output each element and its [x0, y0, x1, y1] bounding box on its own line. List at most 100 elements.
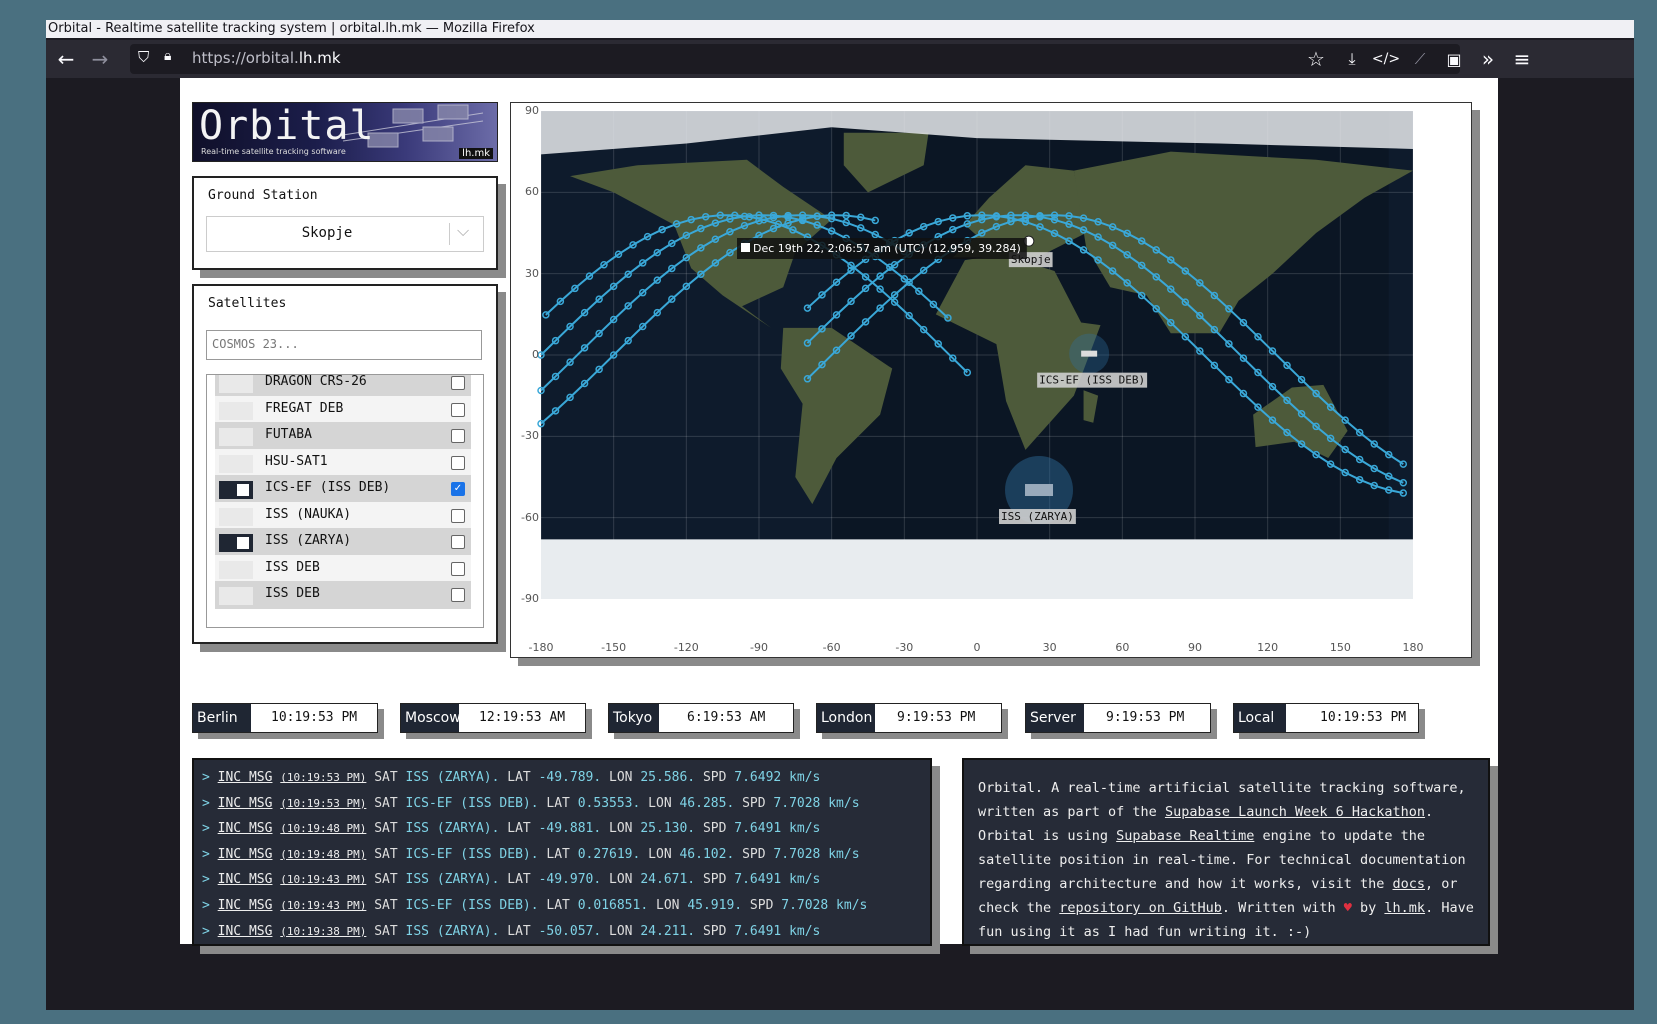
url-text[interactable]: https://orbital.lh.mk: [192, 49, 341, 67]
log-spd: 7.6492 km/s: [734, 770, 821, 785]
about-text: Orbital. A real-time artificial satellit…: [978, 776, 1474, 944]
log-prompt: >: [202, 923, 210, 939]
satellite-row[interactable]: HSU-SAT1: [215, 448, 471, 477]
log-msg-link[interactable]: INC MSG: [218, 924, 273, 939]
log-lat: -50.057.: [538, 923, 602, 939]
satellite-row[interactable]: ISS DEB: [215, 581, 471, 609]
lock-icon[interactable]: 🔒︎: [164, 48, 171, 64]
log-time-link[interactable]: (10:19:53 PM): [280, 771, 366, 784]
log-time-link[interactable]: (10:19:43 PM): [280, 873, 366, 886]
log-msg-link[interactable]: INC MSG: [218, 796, 273, 811]
satellite-checkbox[interactable]: [451, 402, 465, 417]
log-msg-link[interactable]: INC MSG: [218, 847, 273, 862]
ground-station-value: Skopje: [301, 225, 353, 241]
log-time-link[interactable]: (10:19:38 PM): [280, 925, 366, 938]
clock-time: 12:19:53 AM: [479, 710, 566, 725]
docs-link[interactable]: docs: [1393, 876, 1426, 892]
log-sat: ISS (ZARYA).: [405, 872, 500, 888]
message-log: > INC MSG (10:19:53 PM) SAT ISS (ZARYA).…: [192, 758, 932, 946]
satellite-name: ISS DEB: [265, 559, 320, 575]
satellite-name: FUTABA: [265, 427, 312, 442]
menu-icon[interactable]: ≡: [1506, 40, 1538, 78]
y-tick: 90: [525, 104, 539, 117]
log-prompt: >: [202, 770, 210, 785]
visibility-toggle[interactable]: [219, 401, 253, 420]
tooltip-swatch: [741, 243, 750, 252]
iss-zarya-icon: [1025, 484, 1054, 497]
visibility-toggle[interactable]: [219, 428, 253, 446]
satellite-row[interactable]: ISS (ZARYA): [215, 528, 471, 556]
log-sat: ISS (ZARYA).: [405, 821, 500, 837]
log-lat: 0.016851.: [577, 898, 649, 913]
satellite-checkbox[interactable]: [451, 455, 465, 470]
extension-icon[interactable]: ⟋: [1404, 40, 1436, 78]
x-tick: -120: [673, 641, 699, 654]
satellite-name: ICS-EF (ISS DEB): [265, 480, 391, 495]
satellite-row[interactable]: FUTABA: [215, 422, 471, 450]
clock-city: Local: [1234, 704, 1286, 732]
satellite-row[interactable]: FREGAT DEB: [215, 395, 471, 424]
satellite-checkbox[interactable]: [451, 561, 465, 576]
log-msg-link[interactable]: INC MSG: [218, 821, 273, 836]
log-lat: -49.881.: [538, 821, 602, 837]
log-lon: 24.671.: [640, 872, 696, 888]
satellite-checkbox[interactable]: ✓: [451, 482, 465, 496]
visibility-toggle[interactable]: [219, 534, 253, 552]
url-bar[interactable]: ⛉ 🔒︎ https://orbital.lh.mk: [130, 44, 1460, 74]
ics-ef-label: ICS-EF (ISS DEB): [1039, 374, 1145, 387]
log-time-link[interactable]: (10:19:48 PM): [280, 822, 366, 835]
log-time-link[interactable]: (10:19:43 PM): [280, 899, 366, 912]
ground-station-panel: Ground Station Skopje ⌵: [192, 176, 498, 270]
url-domain: lh.mk: [298, 49, 341, 67]
log-line: > INC MSG (10:19:53 PM) SAT ISS (ZARYA).…: [202, 770, 821, 785]
clock-berlin: Berlin 10:19:53 PM: [192, 703, 378, 733]
visibility-toggle[interactable]: [219, 454, 253, 473]
forward-icon[interactable]: →: [84, 40, 116, 78]
visibility-toggle[interactable]: [219, 587, 253, 605]
visibility-toggle[interactable]: [219, 375, 253, 393]
hackathon-link[interactable]: Supabase Launch Week 6 Hackathon: [1165, 804, 1425, 820]
github-link[interactable]: repository on GitHub: [1059, 900, 1222, 916]
ground-station-select[interactable]: Skopje ⌵: [206, 216, 484, 252]
shield-icon[interactable]: ⛉: [138, 48, 149, 66]
x-tick: 180: [1402, 641, 1424, 654]
satellite-search-input[interactable]: COSMOS 23...: [206, 330, 482, 360]
satellite-row[interactable]: ISS (NAUKA): [215, 501, 471, 530]
antarctica: [541, 539, 1413, 599]
log-time-link[interactable]: (10:19:53 PM): [280, 797, 366, 810]
clock-time: 10:19:53 PM: [271, 710, 358, 725]
log-lat: 0.27619.: [577, 846, 641, 862]
logo-subtitle: Real-time satellite tracking software: [201, 147, 346, 156]
satellite-row[interactable]: ISS DEB: [215, 554, 471, 583]
overflow-icon[interactable]: »: [1472, 40, 1504, 78]
map-chart: Skopje ICS-EF (ISS DEB) ISS (ZARYA) Dec 19t…: [510, 102, 1472, 658]
satellite-checkbox[interactable]: [451, 588, 465, 602]
log-msg-link[interactable]: INC MSG: [218, 872, 273, 887]
visibility-toggle[interactable]: [219, 507, 253, 526]
satellite-list[interactable]: DRAGON CRS-26 FREGAT DEB FUTABA HSU-SAT1 ICS…: [206, 374, 484, 628]
back-icon[interactable]: ←: [50, 40, 82, 78]
realtime-link[interactable]: Supabase Realtime: [1116, 828, 1254, 844]
screenshot-icon[interactable]: ▣: [1438, 40, 1470, 78]
visibility-toggle[interactable]: [219, 481, 253, 499]
log-msg-link[interactable]: INC MSG: [218, 770, 273, 785]
world-map[interactable]: SkopjeICS-EF (ISS DEB)ISS (ZARYA)Dec 19t…: [511, 103, 1471, 657]
satellite-checkbox[interactable]: [451, 429, 465, 443]
browser-window: Orbital - Realtime satellite tracking sy…: [46, 20, 1634, 1010]
bookmark-star-icon[interactable]: ☆: [1300, 40, 1332, 78]
lhmk-link[interactable]: lh.mk: [1384, 900, 1425, 916]
satellite-row[interactable]: DRAGON CRS-26: [215, 375, 471, 397]
x-tick: -150: [601, 641, 627, 654]
log-time-link[interactable]: (10:19:48 PM): [280, 848, 366, 861]
satellite-checkbox[interactable]: [451, 376, 465, 390]
satellite-checkbox[interactable]: [451, 535, 465, 549]
download-icon[interactable]: ⤓: [1336, 40, 1368, 78]
x-tick: 120: [1257, 641, 1279, 654]
devtools-icon[interactable]: </>: [1370, 40, 1402, 78]
satellite-checkbox[interactable]: [451, 508, 465, 523]
satellite-row[interactable]: ICS-EF (ISS DEB) ✓: [215, 475, 471, 503]
log-msg-link[interactable]: INC MSG: [218, 898, 273, 913]
chevron-down-icon[interactable]: ⌵: [457, 221, 469, 241]
visibility-toggle[interactable]: [219, 560, 253, 579]
browser-navbar: ← → ⛉ 🔒︎ https://orbital.lh.mk ☆ ⤓ </> ⟋…: [46, 40, 1634, 78]
